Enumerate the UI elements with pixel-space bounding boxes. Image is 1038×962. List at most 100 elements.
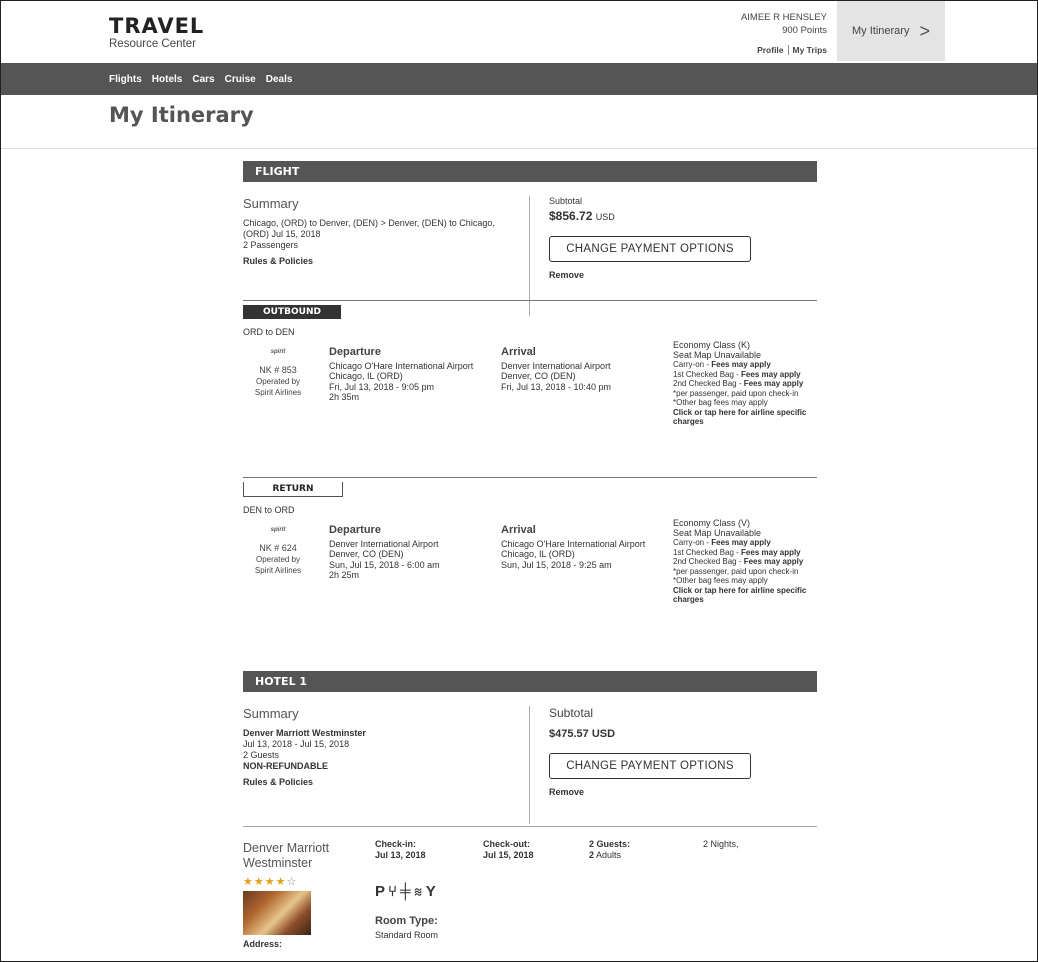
address-label: Address:: [243, 939, 283, 949]
first-bag-fee: 1st Checked Bag - Fees may apply: [673, 547, 801, 557]
parking-icon: P: [375, 883, 389, 900]
checkout-info: Check-out: Jul 15, 2018: [483, 839, 534, 861]
arrival-airport: Chicago O'Hare International Airport: [501, 538, 646, 549]
fitness-icon: ╪: [400, 883, 414, 900]
airline-charges-link[interactable]: Click or tap here for airline specific c…: [673, 586, 823, 605]
hotel-summary-heading: Summary: [243, 706, 299, 721]
flight-change-payment-button[interactable]: CHANGE PAYMENT OPTIONS: [549, 236, 751, 262]
other-fees-note: *Other bag fees may apply: [673, 398, 768, 407]
profile-link[interactable]: Profile: [757, 45, 783, 55]
hotel-name: Denver Marriott Westminster: [243, 728, 366, 738]
user-name: AIMEE R HENSLEY: [740, 12, 827, 23]
hotel-stay-details: Denver Marriott Westminster ★★★★☆ Addres…: [243, 826, 817, 949]
flight-section-bar: FLIGHT: [243, 161, 817, 182]
hotel-summary: Summary Denver Marriott Westminster Jul …: [243, 692, 817, 824]
nav-flights[interactable]: Flights: [109, 74, 142, 85]
operator-name: Spirit Airlines: [254, 565, 302, 575]
hotel-guests: 2 Guests: [243, 750, 280, 760]
main-nav: Flights Hotels Cars Cruise Deals: [1, 63, 1037, 95]
hotel-photo[interactable]: [243, 891, 311, 935]
departure-airport: Chicago O'Hare International Airport: [329, 360, 474, 371]
leg-route: ORD to DEN: [243, 327, 295, 337]
flight-number: NK # 853: [259, 364, 297, 375]
departure-info: Departure Chicago O'Hare International A…: [329, 347, 509, 403]
star-icon: ★★★★: [243, 876, 287, 888]
second-bag-fee: 2nd Checked Bag - Fees may apply: [673, 557, 804, 566]
other-fees-note: *Other bag fees may apply: [673, 576, 768, 585]
guests-unit: Adults: [594, 850, 622, 860]
page-title: My Itinerary: [109, 103, 254, 127]
carrier-info: spirit NK # 624 Operated by Spirit Airli…: [243, 525, 313, 576]
airline-charges-link[interactable]: Click or tap here for airline specific c…: [673, 408, 823, 427]
hotel-change-payment-button[interactable]: CHANGE PAYMENT OPTIONS: [549, 753, 751, 779]
hotel-rules-link[interactable]: Rules & Policies: [243, 777, 523, 788]
flight-duration: 2h 35m: [329, 392, 360, 402]
nav-cruise[interactable]: Cruise: [225, 74, 256, 85]
bar-icon: Y: [425, 883, 439, 900]
room-type-value: Standard Room: [375, 930, 439, 940]
departure-city: Denver, CO (DEN): [329, 549, 404, 559]
carry-on-fee: Carry-on - Fees may apply: [673, 538, 771, 547]
guests-label: 2 Guests:: [589, 839, 631, 849]
operated-by-label: Operated by: [255, 377, 301, 386]
leg-divider: [243, 300, 817, 301]
flight-number: NK # 624: [259, 542, 297, 553]
arrival-city: Chicago, IL (ORD): [501, 549, 575, 559]
hotel-section-bar: HOTEL 1: [243, 671, 817, 692]
flight-remove-link[interactable]: Remove: [549, 270, 751, 280]
hotel-stay-name[interactable]: Denver Marriott Westminster: [243, 841, 353, 871]
hotel-refund-policy: NON-REFUNDABLE: [243, 761, 328, 771]
departure-info: Departure Denver International Airport D…: [329, 525, 509, 581]
brand-logo[interactable]: TRAVEL Resource Center: [109, 15, 204, 50]
restaurant-icon: ⑂: [388, 883, 401, 900]
second-bag-fee: 2nd Checked Bag - Fees may apply: [673, 379, 804, 388]
my-itinerary-label: My Itinerary: [852, 25, 910, 37]
departure-heading: Departure: [329, 346, 381, 358]
departure-airport: Denver International Airport: [329, 538, 439, 549]
nav-hotels[interactable]: Hotels: [152, 74, 183, 85]
operator-name: Spirit Airlines: [254, 387, 302, 397]
flight-rules-link[interactable]: Rules & Policies: [243, 256, 523, 267]
per-passenger-note: *per passenger, paid upon check-in: [673, 388, 799, 398]
flight-summary: Summary Chicago, (ORD) to Denver, (DEN) …: [243, 182, 817, 316]
my-itinerary-button[interactable]: My Itinerary >: [837, 1, 945, 61]
spirit-logo-icon: spirit: [270, 349, 286, 355]
hotel-remove-link[interactable]: Remove: [549, 787, 751, 797]
fare-info: Economy Class (V) Seat Map Unavailable C…: [673, 518, 823, 605]
hotel-star-rating: ★★★★☆: [243, 875, 297, 888]
return-tab: RETURN: [243, 482, 343, 497]
flight-subtotal-amount: $856.72: [549, 209, 593, 223]
departure-city: Chicago, IL (ORD): [329, 371, 403, 381]
arrival-airport: Denver International Airport: [501, 360, 611, 371]
carry-on-fee: Carry-on - Fees may apply: [673, 360, 771, 369]
brand-subtitle: Resource Center: [109, 38, 196, 50]
arrival-heading: Arrival: [501, 524, 536, 536]
nav-deals[interactable]: Deals: [266, 74, 293, 85]
seat-map-status: Seat Map Unavailable: [673, 527, 762, 538]
flight-duration: 2h 25m: [329, 570, 360, 580]
flight-passengers: 2 Passengers: [243, 240, 299, 250]
arrival-info: Arrival Chicago O'Hare International Air…: [501, 525, 671, 570]
return-leg: RETURN DEN to ORD spirit NK # 624 Operat…: [243, 477, 817, 655]
arrival-city: Denver, CO (DEN): [501, 371, 576, 381]
operated-by-label: Operated by: [255, 555, 301, 564]
amenity-icons: P⑂╪≋Y: [375, 883, 439, 900]
summary-divider: [529, 706, 530, 824]
itinerary-content: FLIGHT Summary Chicago, (ORD) to Denver,…: [243, 161, 817, 949]
header-divider: [1, 148, 1037, 149]
checkout-date: Jul 15, 2018: [483, 850, 534, 860]
departure-heading: Departure: [329, 524, 381, 536]
departure-time: Sun, Jul 15, 2018 - 6:00 am: [329, 559, 440, 570]
flight-subtotal-currency: USD: [595, 212, 615, 222]
outbound-leg: OUTBOUND ORD to DEN spirit NK # 853 Oper…: [243, 300, 817, 477]
checkin-info: Check-in: Jul 13, 2018: [375, 839, 426, 861]
brand-title: TRAVEL: [109, 14, 205, 38]
leg-route: DEN to ORD: [243, 505, 295, 515]
my-trips-link[interactable]: My Trips: [793, 45, 827, 55]
first-bag-fee: 1st Checked Bag - Fees may apply: [673, 369, 801, 379]
user-links: Profile My Trips: [741, 44, 827, 57]
summary-divider: [529, 196, 530, 316]
nav-cars[interactable]: Cars: [192, 74, 214, 85]
fare-info: Economy Class (K) Seat Map Unavailable C…: [673, 340, 823, 427]
guests-info: 2 Guests: 2 Adults: [589, 839, 630, 861]
